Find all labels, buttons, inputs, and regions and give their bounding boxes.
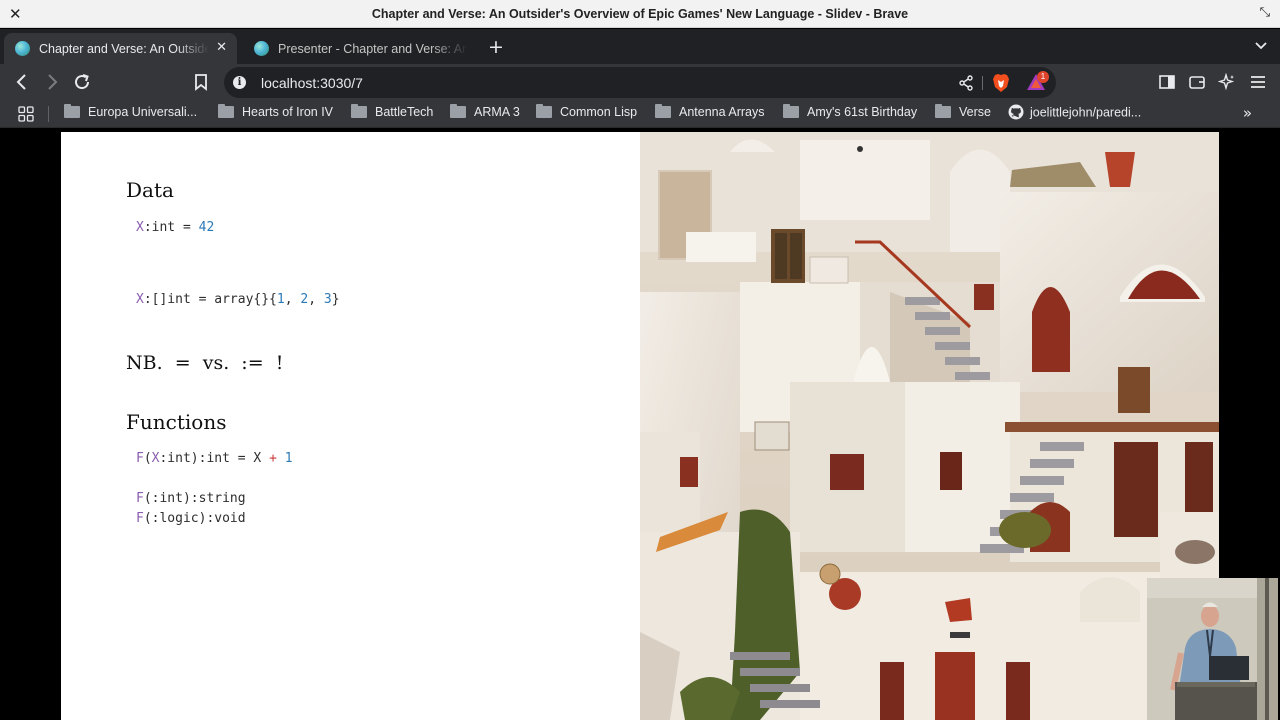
bookmark-hearts-of-iron[interactable]: Hearts of Iron IV <box>218 103 334 123</box>
code-token: 3 <box>323 292 332 307</box>
code-token: :int = <box>143 220 199 235</box>
tab-presenter[interactable]: Presenter - Chapter and Verse: An Outsid… <box>243 33 479 64</box>
bookmark-verse[interactable]: Verse <box>935 103 991 123</box>
sidebar-toggle-icon[interactable] <box>1158 73 1176 91</box>
bookmark-label: Antenna Arrays <box>679 105 765 119</box>
bookmark-page-icon[interactable] <box>191 72 211 92</box>
main-menu-hamburger-icon[interactable] <box>1249 73 1267 91</box>
folder-icon <box>351 103 367 118</box>
bookmark-label: ARMA 3 <box>474 105 520 119</box>
tab-slide[interactable]: Chapter and Verse: An Outsider's Overvie… <box>4 33 237 64</box>
code-token: , <box>308 292 324 307</box>
code-line-function-3: F(:logic):void <box>136 511 246 526</box>
bookmark-label: joelittlejohn/paredi... <box>1030 105 1142 120</box>
more-bookmarks-chevron-icon[interactable]: » <box>1243 104 1252 122</box>
bookmark-paredit-github[interactable]: joelittlejohn/paredi... <box>1008 104 1142 123</box>
back-arrow-icon[interactable] <box>12 72 32 92</box>
bookmark-battletech[interactable]: BattleTech <box>351 103 434 123</box>
apps-grid-icon[interactable] <box>18 106 34 127</box>
code-token: F <box>136 491 144 506</box>
data-heading: Data <box>126 178 174 202</box>
santorini-buildings-image <box>640 132 1219 720</box>
new-tab-plus-icon[interactable]: + <box>488 36 504 58</box>
code-line-function-2: F(:int):string <box>136 491 246 506</box>
bookmarks-bar: Europa Universali... Hearts of Iron IV B… <box>0 100 1280 128</box>
bookmark-label: Amy's 61st Birthday <box>807 105 918 119</box>
slide[interactable]: Data X:int = 42 X:[]int = array{}{1, 2, … <box>61 132 1219 720</box>
slide-content-panel: Data X:int = 42 X:[]int = array{}{1, 2, … <box>61 132 640 720</box>
site-info-icon[interactable]: i <box>233 76 246 89</box>
address-bar-divider <box>982 76 983 90</box>
address-bar[interactable]: i localhost:3030/7 1 <box>224 67 1056 98</box>
folder-icon <box>450 103 466 118</box>
code-token: } <box>331 292 340 307</box>
forward-arrow-icon[interactable] <box>42 72 62 92</box>
bookmark-label: Hearts of Iron IV <box>242 105 334 119</box>
code-token: :[]int = array{}{ <box>143 292 277 307</box>
code-token: (:int):string <box>143 491 246 506</box>
code-token: 42 <box>198 220 215 235</box>
window-restore-icon[interactable]: ⤡ <box>1260 5 1270 20</box>
bookmark-antenna-arrays[interactable]: Antenna Arrays <box>655 103 765 123</box>
bookmark-label: Europa Universali... <box>88 105 198 119</box>
bookmark-arma-3[interactable]: ARMA 3 <box>450 103 520 123</box>
slidev-favicon-icon <box>254 41 269 56</box>
code-line-data-2: X:[]int = array{}{1, 2, 3} <box>136 292 340 307</box>
code-token: F <box>136 511 144 526</box>
tab-search-chevron-icon[interactable] <box>1254 38 1268 57</box>
url-text[interactable]: localhost:3030/7 <box>261 75 363 91</box>
code-token: X <box>136 220 144 235</box>
code-token: :int):int = X <box>159 451 270 466</box>
window-title: Chapter and Verse: An Outsider's Overvie… <box>371 7 909 21</box>
bookmarks-divider <box>48 106 49 122</box>
navigation-toolbar: i localhost:3030/7 1 <box>0 64 1280 100</box>
presenter-webcam-feed <box>1147 578 1278 720</box>
slide-viewport: Data X:int = 42 X:[]int = array{}{1, 2, … <box>0 129 1280 720</box>
code-token: (:logic):void <box>143 511 246 526</box>
folder-icon <box>64 103 80 118</box>
code-line-function-1: F(X:int):int = X + 1 <box>136 451 293 466</box>
bookmark-common-lisp[interactable]: Common Lisp <box>536 103 638 123</box>
assignment-note: NB. = vs. := ! <box>126 352 284 374</box>
code-token: ( <box>143 451 152 466</box>
share-icon[interactable] <box>958 75 974 96</box>
bookmark-label: Common Lisp <box>560 105 638 119</box>
tab-title: Presenter - Chapter and Verse: An Outsid… <box>278 42 468 56</box>
folder-icon <box>655 103 671 118</box>
github-icon <box>1008 104 1024 120</box>
brave-shields-lion-icon[interactable] <box>992 73 1010 98</box>
tab-close-icon[interactable]: ✕ <box>216 40 227 55</box>
rewards-badge: 1 <box>1037 71 1049 83</box>
folder-icon <box>218 103 234 118</box>
tab-strip: Chapter and Verse: An Outsider's Overvie… <box>0 29 1280 64</box>
code-line-data-1: X:int = 42 <box>136 220 214 235</box>
bookmark-label: BattleTech <box>375 105 434 119</box>
code-token: + <box>269 451 277 466</box>
code-token: 1 <box>284 451 293 466</box>
window-titlebar: ✕ Chapter and Verse: An Outsider's Overv… <box>0 0 1280 28</box>
bookmark-label: Verse <box>959 105 991 119</box>
bookmark-amys-birthday[interactable]: Amy's 61st Birthday <box>783 103 918 123</box>
code-token: X <box>136 292 144 307</box>
folder-icon <box>783 103 799 118</box>
code-token: 1 <box>276 292 285 307</box>
tab-title: Chapter and Verse: An Outsider's Overvie… <box>39 42 209 56</box>
reload-icon[interactable] <box>72 72 92 92</box>
wallet-icon[interactable] <box>1188 73 1206 91</box>
folder-icon <box>536 103 552 118</box>
code-token: , <box>284 292 301 307</box>
bookmark-europa-universalis[interactable]: Europa Universali... <box>64 103 198 123</box>
slidev-favicon-icon <box>15 41 30 56</box>
code-token: F <box>136 451 144 466</box>
folder-icon <box>935 103 951 118</box>
leo-ai-sparkle-icon[interactable] <box>1217 72 1236 91</box>
functions-heading: Functions <box>126 410 227 434</box>
